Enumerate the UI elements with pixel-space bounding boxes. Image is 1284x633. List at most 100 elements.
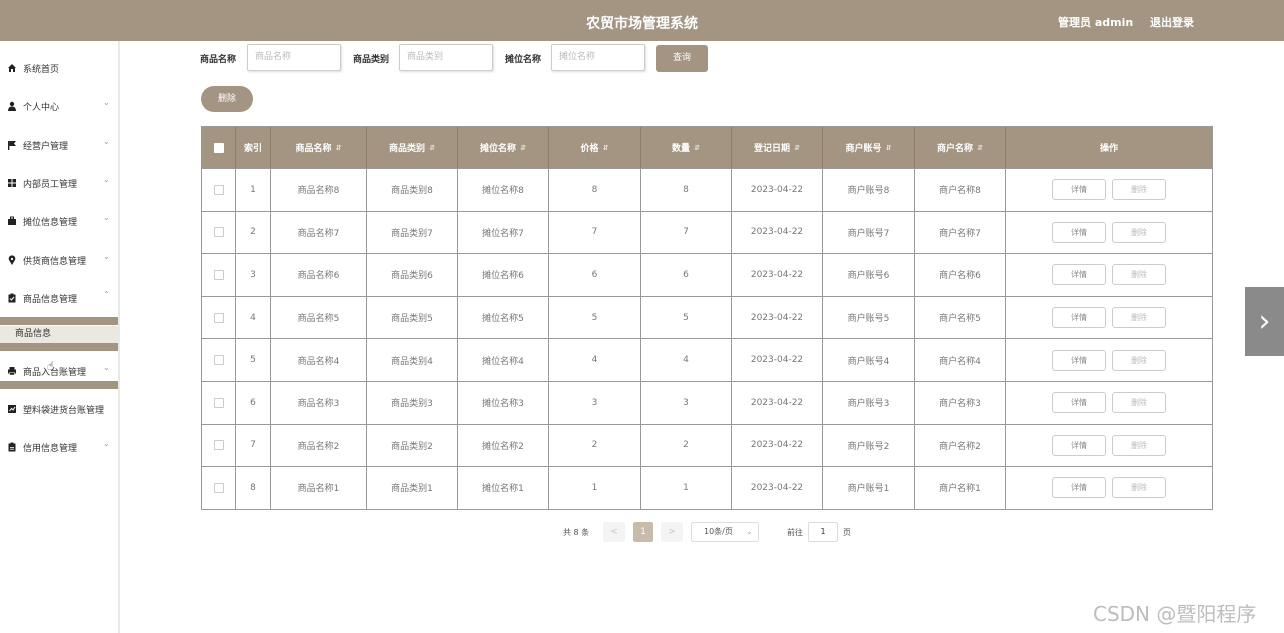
sidebar-item-product-ledger[interactable]: 商品入台账管理 ⌄ — [0, 360, 118, 382]
current-page-button[interactable]: 1 — [633, 522, 653, 542]
column-header-price[interactable]: 价格 ⇵ — [549, 127, 641, 168]
row-checkbox[interactable] — [213, 440, 224, 451]
column-header-merchant-name[interactable]: 商户名称 ⇵ — [915, 127, 1006, 168]
cell-price: 7 — [549, 211, 641, 254]
cell-index: 3 — [236, 254, 271, 296]
select-all-cell — [202, 127, 236, 168]
sidebar-item-products[interactable]: 商品信息管理 ⌃ — [0, 287, 118, 309]
table-row[interactable]: 1 商品名称8 商品类别8 摊位名称8 8 8 2023-04-22 商户账号8 商户名称8 详情… — [202, 168, 1212, 211]
row-checkbox[interactable] — [213, 269, 224, 280]
delete-button[interactable]: 删除 — [1112, 392, 1166, 414]
product-name-input[interactable]: 商品名称 — [247, 44, 341, 71]
cell-merchant-name: 商户名称4 — [915, 339, 1006, 381]
row-checkbox[interactable] — [213, 227, 224, 238]
column-header-category[interactable]: 商品类别 ⇵ — [367, 127, 458, 168]
sidebar-item-home[interactable]: 系统首页 — [0, 57, 118, 79]
delete-button[interactable]: 删除 — [1112, 434, 1166, 456]
column-header-product-name[interactable]: 商品名称 ⇵ — [271, 127, 367, 168]
column-header-label: 商户账号 — [845, 144, 882, 154]
sort-icon[interactable]: ⇵ — [429, 144, 435, 152]
top-header: 农贸市场管理系统 管理员 admin 退出登录 — [0, 0, 1284, 41]
table-row[interactable]: 5 商品名称4 商品类别4 摊位名称4 4 4 2023-04-22 商户账号4 商户名称4 详情… — [202, 338, 1212, 381]
products-table: 索引 商品名称 ⇵ 商品类别 ⇵ 摊位名称 ⇵ 价格 ⇵ 数量 ⇵ 登记日期 ⇵ 商户账号 ⇵… — [201, 126, 1213, 510]
detail-button[interactable]: 详情 — [1052, 434, 1106, 456]
cell-product-category: 商品类别2 — [367, 424, 458, 467]
delete-button[interactable]: 删除 — [1112, 264, 1166, 286]
table-row[interactable]: 3 商品名称6 商品类别6 摊位名称6 6 6 2023-04-22 商户账号6 商户名称6 详情… — [202, 253, 1212, 296]
row-select-cell — [202, 296, 236, 339]
sidebar-item-stalls[interactable]: 摊位信息管理 ⌄ — [0, 210, 118, 232]
sort-icon[interactable]: ⇵ — [794, 144, 800, 152]
delete-button[interactable]: 删除 — [1112, 477, 1166, 499]
admin-user-label[interactable]: 管理员 admin — [1058, 14, 1133, 30]
detail-button[interactable]: 详情 — [1052, 307, 1106, 329]
row-checkbox[interactable] — [213, 355, 224, 366]
product-category-label: 商品类别 — [353, 55, 390, 65]
sidebar-item-suppliers[interactable]: 供货商信息管理 ⌄ — [0, 249, 118, 271]
sort-icon[interactable]: ⇵ — [694, 144, 700, 152]
page-size-select[interactable]: 10条/页 ⌄ — [691, 522, 759, 542]
table-row[interactable]: 2 商品名称7 商品类别7 摊位名称7 7 7 2023-04-22 商户账号7 商户名称7 详情… — [202, 210, 1212, 254]
chevron-right-icon[interactable]: › — [1245, 287, 1284, 356]
cell-stall-name: 摊位名称2 — [458, 424, 549, 467]
stall-name-input[interactable]: 摊位名称 — [551, 44, 645, 71]
table-row[interactable]: 6 商品名称3 商品类别3 摊位名称3 3 3 2023-04-22 商户账号3 商户名称3 详情… — [202, 380, 1212, 424]
cell-index: 4 — [236, 296, 271, 339]
detail-button[interactable]: 详情 — [1052, 392, 1106, 414]
delete-button[interactable]: 删除 — [1112, 307, 1166, 329]
sort-icon[interactable]: ⇵ — [977, 144, 983, 152]
logout-link[interactable]: 退出登录 — [1150, 14, 1194, 30]
user-icon — [7, 101, 17, 111]
query-button[interactable]: 查询 — [656, 45, 708, 72]
sort-icon[interactable]: ⇵ — [603, 144, 609, 152]
table-row[interactable]: 4 商品名称5 商品类别5 摊位名称5 5 5 2023-04-22 商户账号5 商户名称5 详情… — [202, 295, 1212, 339]
delete-button[interactable]: 删除 — [1112, 221, 1166, 243]
batch-delete-button[interactable]: 删除 — [201, 86, 253, 112]
sort-icon[interactable]: ⇵ — [520, 144, 526, 152]
column-header-date[interactable]: 登记日期 ⇵ — [732, 127, 823, 168]
cell-merchant-name: 商户名称7 — [915, 211, 1006, 254]
goto-label: 前往 — [787, 528, 803, 537]
sort-icon[interactable]: ⇵ — [336, 144, 342, 152]
flag-icon — [7, 140, 17, 150]
sidebar-item-personal[interactable]: 个人中心 ⌄ — [0, 95, 118, 117]
row-checkbox[interactable] — [213, 482, 224, 493]
detail-button[interactable]: 详情 — [1052, 179, 1106, 201]
row-checkbox[interactable] — [213, 184, 224, 195]
column-header-stall[interactable]: 摊位名称 ⇵ — [458, 127, 549, 168]
cell-merchant-account: 商户账号3 — [823, 381, 915, 424]
total-count: 共 8 条 — [563, 528, 590, 537]
sidebar-item-operators[interactable]: 经营户管理 ⌄ — [0, 134, 118, 156]
sidebar-item-label: 塑料袋进货台账管理 — [23, 405, 105, 416]
sidebar-item-bag-ledger[interactable]: 塑料袋进货台账管理 — [0, 398, 118, 420]
chevron-down-icon: ⌄ — [103, 98, 110, 107]
sidebar: 系统首页 个人中心 ⌄ 经营户管理 ⌄ 内部员工管理 ⌄ 摊位信息管理 ⌄ 供货… — [0, 41, 120, 633]
column-header-quantity[interactable]: 数量 ⇵ — [641, 127, 732, 168]
row-select-cell — [202, 339, 236, 381]
location-pin-icon — [7, 255, 17, 265]
chevron-down-icon: ⌄ — [103, 363, 110, 372]
submenu-item-product-info[interactable]: 商品信息 — [0, 326, 118, 343]
cell-actions: 详情 删除 — [1006, 169, 1212, 211]
sidebar-item-staff[interactable]: 内部员工管理 ⌄ — [0, 172, 118, 194]
row-checkbox[interactable] — [213, 312, 224, 323]
table-row[interactable]: 7 商品名称2 商品类别2 摊位名称2 2 2 2023-04-22 商户账号2 商户名称2 详情… — [202, 423, 1212, 467]
prev-page-button[interactable]: < — [603, 522, 625, 542]
sidebar-item-credit[interactable]: 信用信息管理 ⌄ — [0, 436, 118, 458]
sort-icon[interactable]: ⇵ — [886, 144, 892, 152]
detail-button[interactable]: 详情 — [1052, 477, 1106, 499]
row-checkbox[interactable] — [213, 397, 224, 408]
sidebar-item-label: 个人中心 — [23, 102, 60, 113]
delete-button[interactable]: 删除 — [1112, 349, 1166, 371]
column-header-merchant-account[interactable]: 商户账号 ⇵ — [823, 127, 915, 168]
cell-actions: 详情 删除 — [1006, 339, 1212, 381]
next-page-button[interactable]: > — [661, 522, 683, 542]
detail-button[interactable]: 详情 — [1052, 264, 1106, 286]
table-row[interactable]: 8 商品名称1 商品类别1 摊位名称1 1 1 2023-04-22 商户账号1 商户名称1 详情… — [202, 466, 1212, 509]
product-category-input[interactable]: 商品类别 — [399, 44, 493, 71]
select-all-checkbox[interactable] — [213, 142, 224, 153]
goto-page-input[interactable]: 1 — [808, 522, 838, 542]
detail-button[interactable]: 详情 — [1052, 221, 1106, 243]
delete-button[interactable]: 删除 — [1112, 179, 1166, 201]
detail-button[interactable]: 详情 — [1052, 349, 1106, 371]
